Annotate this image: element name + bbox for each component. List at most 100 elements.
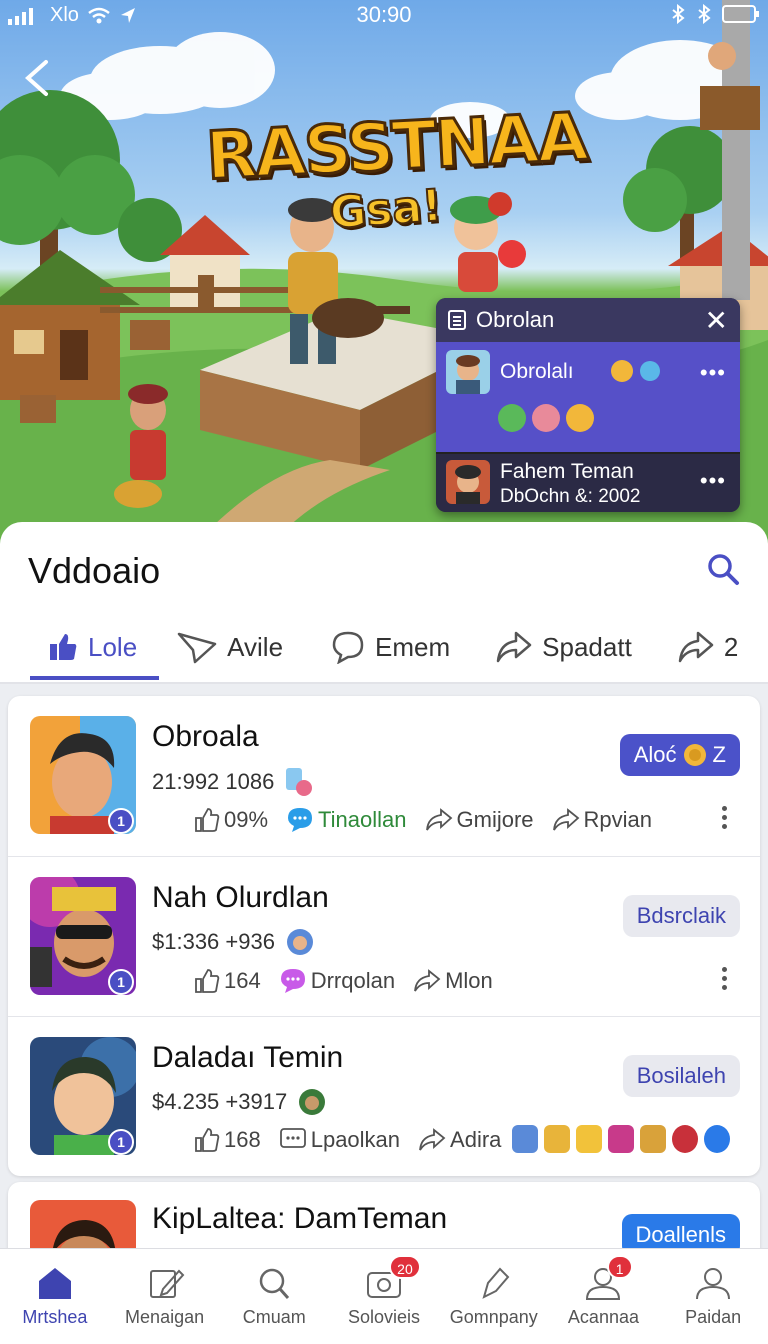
tab-label: 2: [723, 631, 739, 662]
chat-popup-title: Obrolan: [476, 307, 555, 332]
chat-action[interactable]: Drrqolan: [279, 967, 395, 995]
chat-bubble-icon: [280, 969, 305, 993]
chat-friend-name: Fahem Teman: [500, 460, 634, 483]
tab-spadatt[interactable]: Spadatt: [496, 614, 632, 680]
share-icon: [678, 631, 714, 663]
reward-icons: [512, 1125, 730, 1153]
share-label: Adira: [450, 1127, 502, 1152]
edit-icon: [149, 1269, 184, 1298]
share-icon: [419, 1128, 446, 1151]
share-icon: [496, 631, 532, 663]
nav-gomnpany[interactable]: Gomnpany: [439, 1249, 549, 1344]
nav-menaigan[interactable]: Menaigan: [110, 1249, 220, 1344]
friend-stats: 21:992 1086: [152, 769, 275, 794]
like-action[interactable]: 164: [194, 968, 261, 994]
tab-lole[interactable]: Lole: [29, 614, 160, 680]
game-subtitle-logo: Gsa!: [327, 179, 444, 240]
emoji-stickers-icon: [611, 360, 660, 382]
profile-icon: [696, 1268, 731, 1300]
chat-avatar-1: [446, 350, 490, 394]
tab-label: Spadatt: [542, 631, 632, 662]
invite-button[interactable]: Bdsrclaik: [622, 895, 740, 937]
share-action[interactable]: Adira: [418, 1127, 501, 1153]
nav-home[interactable]: Mrtshea: [0, 1249, 110, 1344]
chat-emoji-row: [498, 404, 594, 432]
nav-label: Mrtshea: [22, 1307, 88, 1327]
like-count: 164: [224, 968, 261, 993]
character-token-icon: [299, 1089, 326, 1115]
thumbs-up-icon: [195, 969, 220, 993]
cupcake-icon: [512, 1125, 538, 1153]
chat-popup: Obrolan ✕ Obrolalı ••• Fahem Teman DbOch: [436, 298, 740, 512]
list-item[interactable]: 1 Nah Olurdlan $1:336 +936 164 Drrqolan …: [8, 856, 760, 1016]
invite-button[interactable]: Aloć Z: [619, 734, 740, 776]
potion-icon: [608, 1125, 634, 1153]
frog-emoji-icon: [498, 404, 526, 432]
close-icon[interactable]: ✕: [705, 304, 728, 337]
more-options-icon[interactable]: [718, 967, 730, 991]
share-action[interactable]: Gmijore: [425, 807, 534, 833]
nav-paidan[interactable]: Paidan: [658, 1249, 768, 1344]
tab-more[interactable]: 2: [678, 614, 738, 680]
forward-action[interactable]: Rpvian: [552, 807, 652, 833]
friend-name: Daladaı Temin: [152, 1041, 344, 1074]
chat-item-group[interactable]: Obrolalı •••: [436, 342, 740, 452]
coin-icon: [683, 744, 706, 766]
bluetooth-icon-2: [698, 4, 711, 24]
chat-item-friend[interactable]: Fahem Teman DbOchn &: 2002 •••: [436, 452, 740, 512]
nav-label: Solovieis: [347, 1307, 421, 1327]
chat-bubble-icon: [288, 808, 313, 832]
friends-list-card: 1 Obroala 21:992 1086 09% Tinaollan Gmij…: [8, 696, 760, 1176]
chat-label: Drrqolan: [310, 968, 396, 993]
chat-friend-status: DbOchn &: 2002: [500, 486, 641, 507]
home-icon: [38, 1268, 71, 1299]
gem-icon: [576, 1125, 602, 1153]
level-badge: 1: [108, 1129, 134, 1155]
back-arrow-icon[interactable]: [18, 56, 58, 100]
nav-label: Cmuam: [242, 1307, 306, 1327]
share-action[interactable]: Mlon: [413, 968, 493, 994]
bomb-icon: [672, 1125, 698, 1153]
more-options-icon[interactable]: [718, 806, 730, 830]
bluetooth-icon: [672, 4, 685, 24]
more-options-icon[interactable]: •••: [700, 360, 726, 386]
list-item[interactable]: 1 Daladaı Temin $4.235 +3917 168 Lpaolka…: [8, 1016, 760, 1176]
thumbs-up-icon: [50, 634, 77, 660]
tab-label: Avile: [227, 631, 284, 662]
invite-button[interactable]: Bosilaleh: [622, 1055, 740, 1097]
nav-cmuam[interactable]: Cmuam: [219, 1249, 329, 1344]
share-label: Mlon: [445, 968, 493, 993]
more-options-icon[interactable]: •••: [700, 468, 726, 494]
friend-stats: $1:336 +936: [152, 929, 275, 954]
row-actions: 168 Lpaolkan Adira: [194, 1127, 501, 1153]
invite-suffix: Z: [712, 742, 726, 767]
thumbs-up-icon: [195, 1128, 220, 1152]
row-actions: 09% Tinaollan Gmijore Rpvian: [194, 806, 652, 834]
coin-stack-icon: [544, 1125, 570, 1153]
chat-action[interactable]: Lpaolkan: [279, 1127, 400, 1153]
pig-emoji-icon: [532, 404, 560, 432]
tab-emem[interactable]: Emem: [331, 614, 450, 680]
chat-action[interactable]: Tinaollan: [286, 806, 407, 834]
like-action[interactable]: 09%: [194, 807, 268, 833]
nav-acannaa[interactable]: Acannaa 1: [549, 1249, 659, 1344]
tab-avile[interactable]: Avile: [177, 614, 283, 680]
friend-meta: $1:336 +936: [152, 927, 315, 957]
friend-meta: $4.235 +3917: [152, 1087, 327, 1117]
search-icon[interactable]: [706, 552, 740, 586]
page-title: Vddoaio: [28, 550, 161, 591]
tab-label: Lole: [88, 631, 138, 662]
chat-label: Tinaollan: [318, 807, 407, 832]
level-badge: 1: [108, 969, 134, 995]
like-action[interactable]: 168: [194, 1127, 261, 1153]
thumbs-up-icon: [195, 808, 220, 832]
level-badge: 1: [108, 808, 134, 834]
chat-avatar-2: [446, 460, 490, 504]
list-item[interactable]: 1 Obroala 21:992 1086 09% Tinaollan Gmij…: [8, 696, 760, 856]
battery-icon: [722, 5, 759, 23]
nav-solovieis[interactable]: Solovieis 20: [329, 1249, 439, 1344]
friend-name: Obroala: [152, 720, 259, 753]
share-label: Gmijore: [456, 807, 534, 832]
potion-icon: [286, 768, 313, 796]
status-bar: Xlo 30:90: [0, 0, 768, 30]
